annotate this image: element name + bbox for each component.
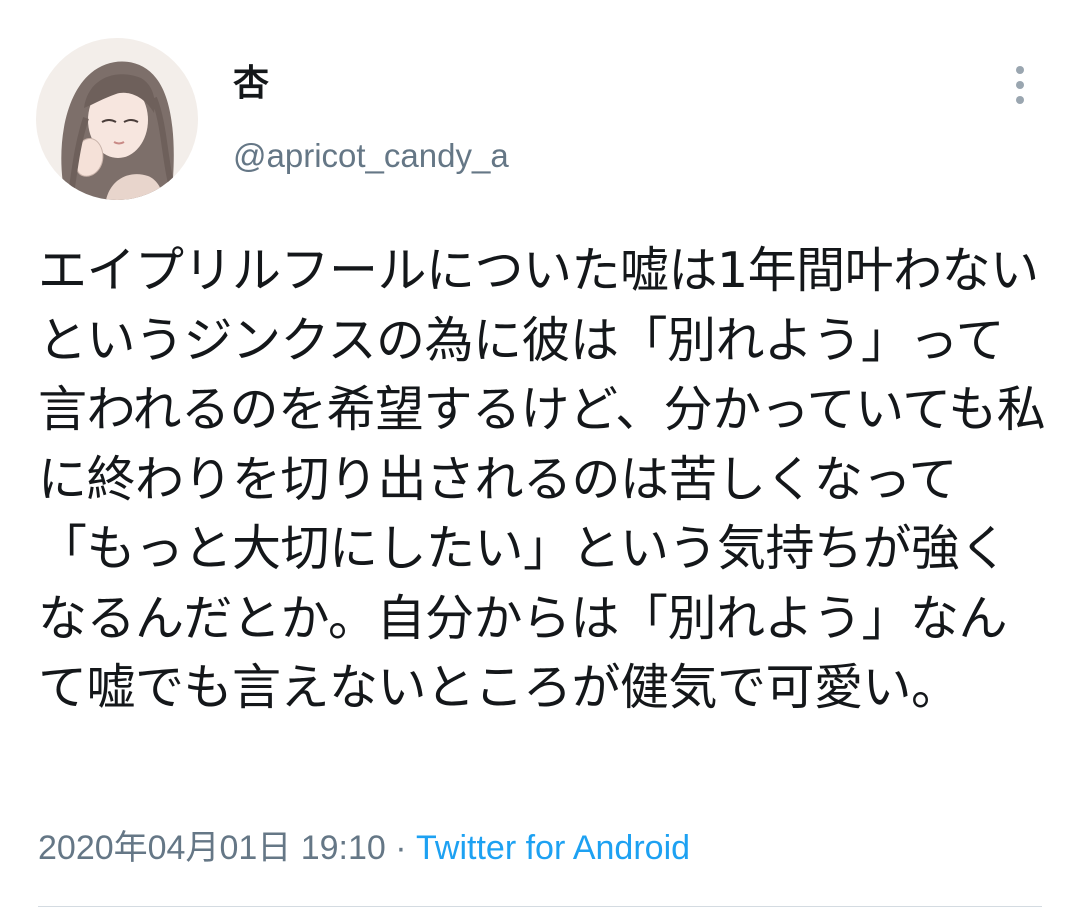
user-handle[interactable]: @apricot_candy_a	[233, 134, 509, 178]
tweet-meta: 2020年04月01日 19:10 · Twitter for Android	[38, 826, 690, 870]
tweet-text: エイプリルフールについた嘘は1年間叶わないというジンクスの為に彼は「別れよう」っ…	[38, 242, 1046, 716]
meta-separator: ·	[385, 829, 417, 867]
tweet-timestamp[interactable]: 2020年04月01日 19:10	[38, 829, 386, 867]
more-menu-button[interactable]	[998, 60, 1042, 110]
tweet-source-link[interactable]: Twitter for Android	[416, 829, 690, 867]
display-name[interactable]: 杏	[233, 60, 269, 108]
avatar[interactable]	[36, 38, 198, 200]
more-vertical-icon	[1016, 66, 1024, 104]
avatar-illustration-icon	[36, 38, 198, 200]
divider	[38, 906, 1042, 907]
